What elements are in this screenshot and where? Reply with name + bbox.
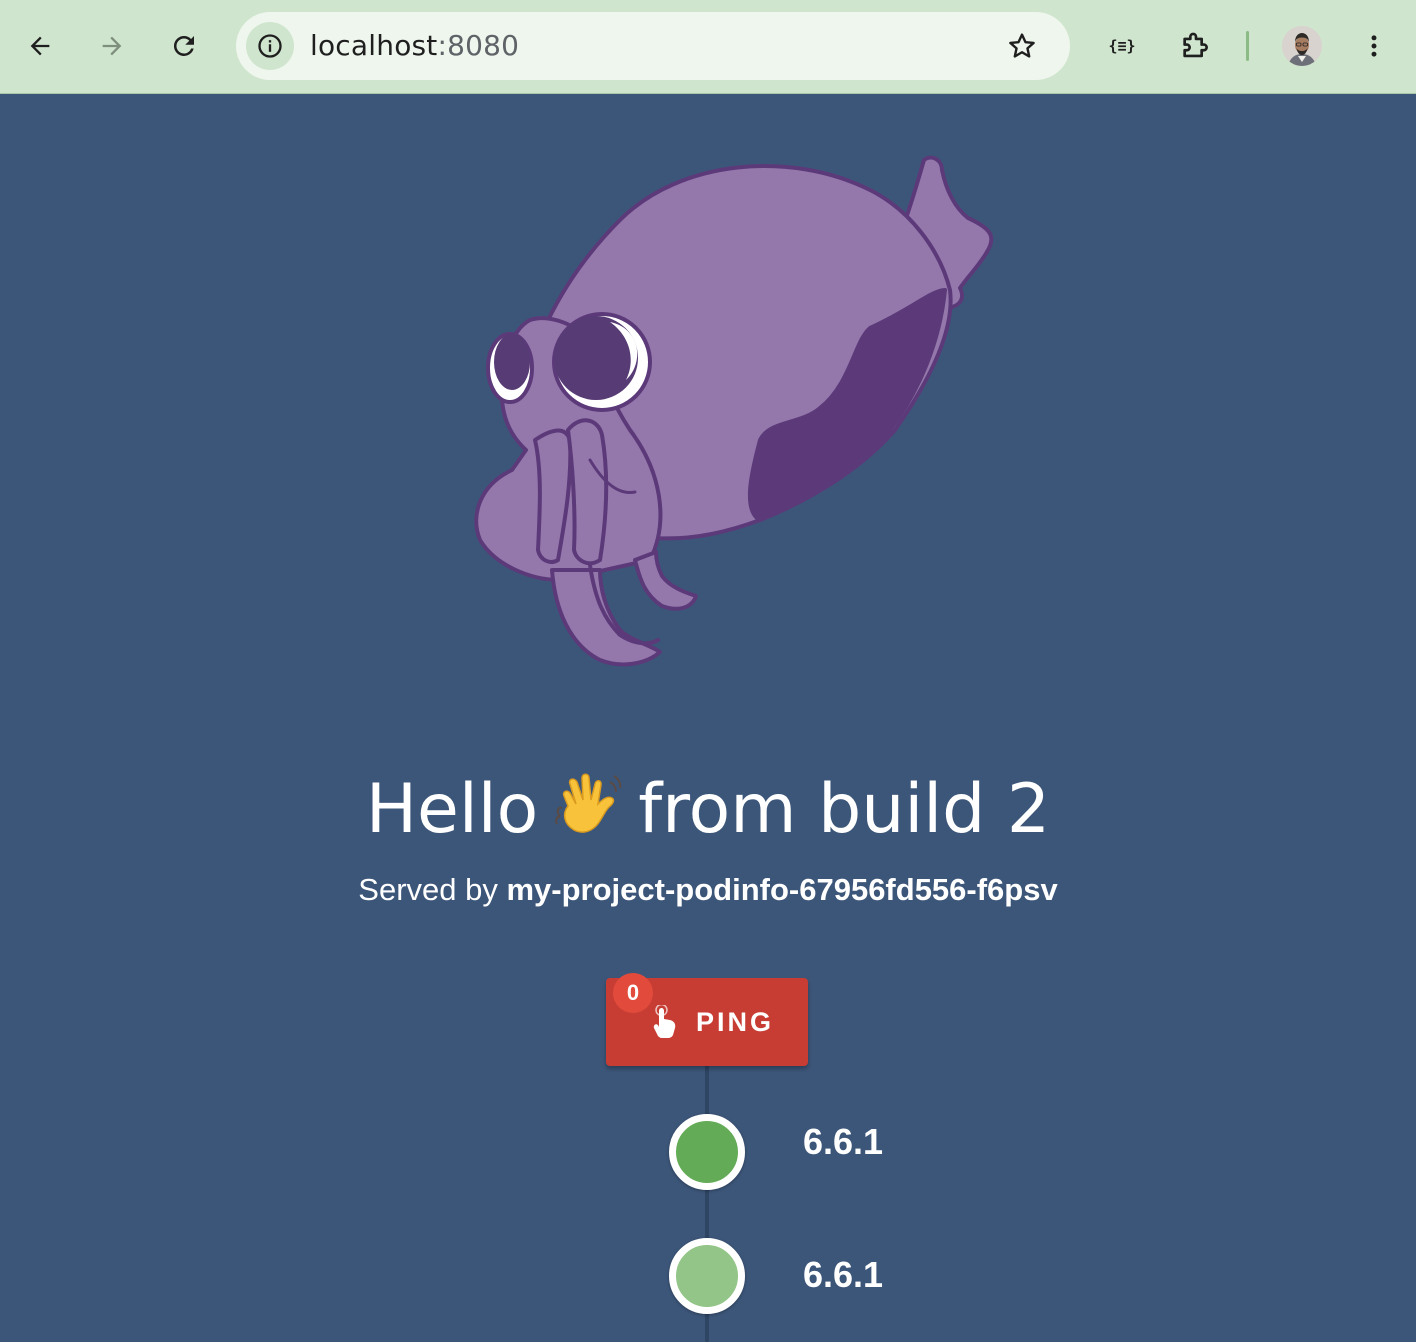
back-button[interactable] xyxy=(16,22,64,70)
reload-button[interactable] xyxy=(160,22,208,70)
served-prefix: Served by xyxy=(358,872,498,907)
timeline-version: 6.6.1 xyxy=(803,1254,884,1295)
greeting-suffix: from build 2 xyxy=(638,770,1051,849)
profile-photo xyxy=(1282,26,1322,66)
star-icon xyxy=(1009,33,1035,58)
site-info-button[interactable] xyxy=(246,22,294,70)
reload-icon xyxy=(173,35,194,56)
extensions-button[interactable] xyxy=(1172,22,1220,70)
arrow-right-icon xyxy=(102,36,122,56)
url-text[interactable]: localhost:8080 xyxy=(310,29,519,63)
puzzle-icon xyxy=(1183,32,1208,58)
timeline-version: 6.6.1 xyxy=(803,1121,884,1162)
served-by-text: Served by my-project-podinfo-67956fd556-… xyxy=(0,870,1416,910)
url-host: localhost xyxy=(310,29,438,62)
address-bar[interactable]: localhost:8080 xyxy=(236,12,1070,80)
ping-count-badge: 0 xyxy=(613,973,653,1013)
greeting-heading: Hello from build 2 xyxy=(0,768,1416,856)
timeline-dot xyxy=(669,1238,745,1314)
ping-count: 0 xyxy=(626,980,640,1005)
greeting-prefix: Hello xyxy=(365,770,539,849)
toolbar-divider xyxy=(1246,31,1249,61)
bookmark-button[interactable] xyxy=(998,22,1046,70)
json-viewer-extension-button[interactable]: {≡} xyxy=(1098,30,1146,62)
ping-label: PING xyxy=(695,1006,774,1037)
waving-hand-icon xyxy=(554,772,622,856)
pod-hostname: my-project-podinfo-67956fd556-f6psv xyxy=(506,872,1058,907)
browser-window: localhost:8080 {≡} Hello from build 2 Se… xyxy=(0,0,1416,1342)
timeline-dot xyxy=(669,1114,745,1190)
kebab-menu-icon xyxy=(1371,35,1377,57)
browser-menu-button[interactable] xyxy=(1350,22,1398,70)
browser-toolbar: localhost:8080 {≡} xyxy=(0,0,1416,94)
arrow-left-icon xyxy=(30,36,50,56)
forward-button[interactable] xyxy=(88,22,136,70)
profile-avatar[interactable] xyxy=(1282,26,1322,66)
touch-hand-icon xyxy=(653,1005,676,1038)
url-port: :8080 xyxy=(437,29,520,62)
json-viewer-icon: {≡} xyxy=(1108,37,1136,55)
cuttlefish-mascot-image xyxy=(474,155,994,667)
info-icon xyxy=(258,34,282,58)
